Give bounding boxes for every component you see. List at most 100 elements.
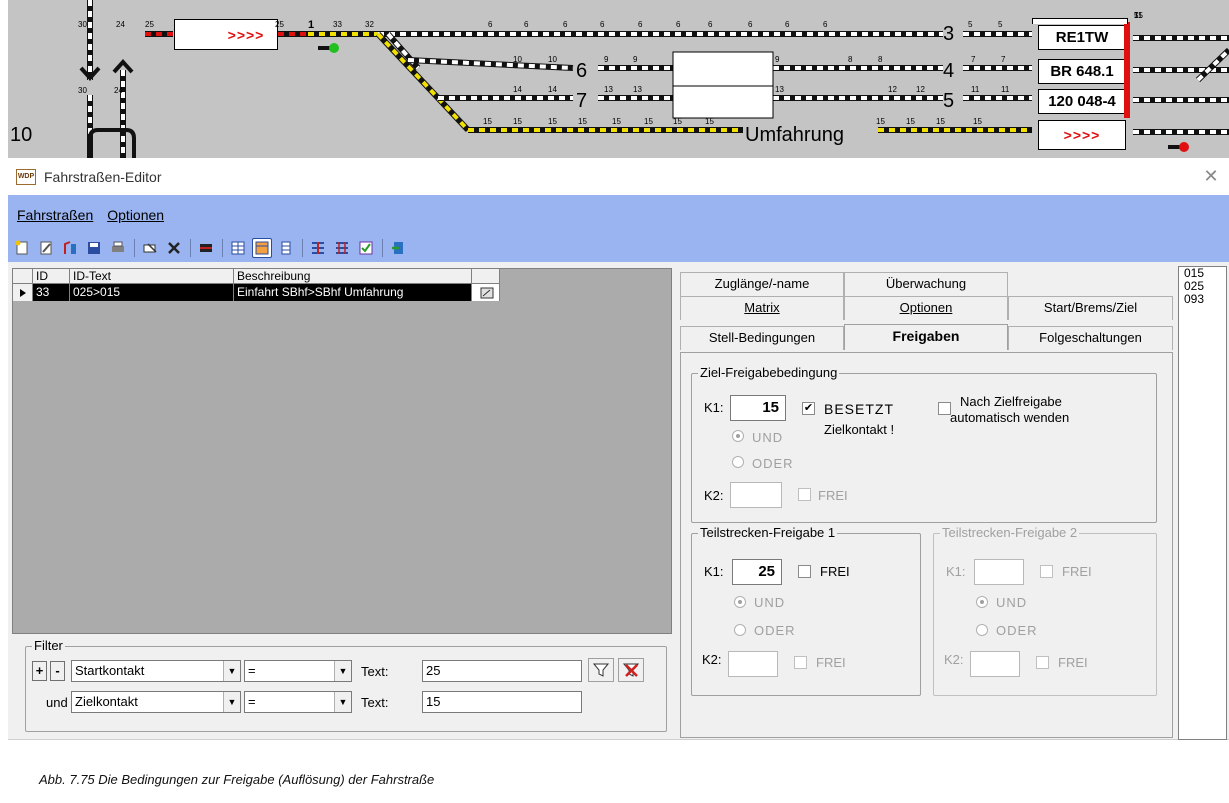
new-icon[interactable] [12,238,32,258]
filter-text-input-2[interactable]: 15 [422,691,582,713]
chevron-down-icon[interactable]: ▼ [223,661,240,681]
ziel-k2-input[interactable] [730,482,782,508]
grid-active-icon[interactable] [252,238,272,258]
tab-freigaben[interactable]: Freigaben [844,324,1008,350]
menu-optionen[interactable]: Optionen [107,207,164,223]
filter-op-select-2[interactable]: = ▼ [244,691,352,713]
frei-label: FREI [816,655,846,670]
route-list-icon[interactable] [332,238,352,258]
filter-clear-icon[interactable] [618,658,644,682]
filter-add-button[interactable]: + [32,661,47,681]
copy-icon[interactable] [60,238,80,258]
teil1-frei-checkbox[interactable] [798,565,811,578]
chevron-down-icon[interactable]: ▼ [223,692,240,712]
app-icon: WDP [16,168,36,185]
filter-label: Filter [32,638,65,653]
grid-header-id[interactable]: ID [33,269,70,284]
teil1-k1-input[interactable]: 25 [732,559,782,585]
oder-radio[interactable] [976,624,988,636]
oder-radio[interactable] [734,624,746,636]
filter-field-select-2[interactable]: Zielkontakt ▼ [71,691,241,713]
num: 25 [275,20,284,29]
edit-icon[interactable] [36,238,56,258]
save-icon[interactable] [84,238,104,258]
filter-text-input-1[interactable]: 25 [422,660,582,682]
frei-label: FREI [1058,655,1088,670]
grid-icon[interactable] [228,238,248,258]
ziel-k1-input[interactable]: 15 [730,395,786,421]
tab-folgeschaltungen[interactable]: Folgeschaltungen [1008,326,1173,350]
num: 24 [114,86,123,95]
properties-panel: Zuglänge/-name Überwachung Matrix Option… [676,266,1173,740]
block-icon[interactable] [196,238,216,258]
title-bar[interactable]: WDP Fahrstraßen-Editor ✕ [8,158,1229,195]
besetzt-checkbox[interactable]: ✔ [802,402,815,415]
und-label: UND [752,430,784,445]
combo-value: Zielkontakt [75,694,138,709]
und-radio[interactable] [734,596,746,608]
grid-header-beschreibung[interactable]: Beschreibung [234,269,472,284]
grid-header-id-text[interactable]: ID-Text [70,269,234,284]
column-icon[interactable] [276,238,296,258]
teil2-k1-input[interactable] [974,559,1024,585]
nach-ziel-label-1: Nach Zielfreigabe [960,394,1062,409]
oder-radio[interactable] [732,456,744,468]
toolbar-separator [190,239,191,257]
ziel-k2-frei-checkbox[interactable] [798,488,811,501]
filter-remove-button[interactable]: - [50,661,65,681]
nach-ziel-label-2: automatisch wenden [950,410,1070,425]
list-item[interactable]: 093 [1184,293,1226,306]
print-icon[interactable] [108,238,128,258]
menu-fahrstrassen[interactable]: Fahrstraßen [17,207,93,223]
toolbar-separator [222,239,223,257]
teilstrecken-2-group: Teilstrecken-Freigabe 2 K1: FREI UND ODE… [933,525,1157,696]
tab-matrix[interactable]: Matrix [680,296,844,320]
tab-zuglaenge[interactable]: Zuglänge/-name [680,272,844,296]
toolbar-separator [134,239,135,257]
teil1-k2-input[interactable] [728,651,778,677]
delete-icon[interactable] [164,238,184,258]
teil2-k2-frei-checkbox[interactable] [1036,656,1049,669]
row-edit-icon[interactable] [472,284,500,301]
teil1-k2-frei-checkbox[interactable] [794,656,807,669]
menu-bar: Fahrstraßen Optionen [8,195,1229,234]
combo-value: = [248,663,256,678]
grid-header-extra [472,269,500,284]
freigaben-panel: Ziel-Freigabebedingung K1: 15 ✔ BESETZT … [680,352,1173,738]
exit-icon[interactable] [388,238,408,258]
check-icon[interactable] [356,238,376,258]
tab-stell-bedingungen[interactable]: Stell-Bedingungen [680,326,844,350]
teil2-frei-checkbox[interactable] [1040,565,1053,578]
filter-group: Filter + - Startkontakt ▼ = ▼ Text: 25 u… [25,638,667,732]
toolbar-separator [302,239,303,257]
combo-value: Startkontakt [75,663,145,678]
frei-label: FREI [820,564,850,579]
contact-id-list[interactable]: 015 025 093 [1178,266,1227,740]
tab-ueberwachung[interactable]: Überwachung [844,272,1008,296]
teil2-group-label: Teilstrecken-Freigabe 2 [940,525,1080,540]
filter-field-select-1[interactable]: Startkontakt ▼ [71,660,241,682]
und-radio[interactable] [732,430,744,442]
filter-op-select-1[interactable]: = ▼ [244,660,352,682]
cell-id[interactable]: 33 [33,284,70,301]
frei-label: FREI [818,488,848,503]
combo-value: = [248,694,256,709]
filter-apply-icon[interactable] [588,658,614,682]
tab-start-brems-ziel[interactable]: Start/Brems/Ziel [1008,296,1173,320]
zielkontakt-label: Zielkontakt ! [824,422,895,437]
close-button[interactable]: ✕ [1201,166,1221,186]
cell-id-text[interactable]: 025>015 [70,284,234,301]
track-diagram: 6 6 6 6 6 6 6 6 6 6 5 5 10 10 9 9 9 8 8 7 7 14 14 13 13 13 12 12 11 1… [8,0,1229,158]
und-radio[interactable] [976,596,988,608]
oder-label: ODER [996,623,1038,638]
chevron-down-icon[interactable]: ▼ [334,661,351,681]
cell-beschreibung[interactable]: Einfahrt SBhf>SBhf Umfahrung [234,284,472,301]
tab-optionen[interactable]: Optionen [844,296,1008,320]
table-row[interactable]: 33 025>015 Einfahrt SBhf>SBhf Umfahrung [13,284,500,301]
teil2-k2-input[interactable] [970,651,1020,677]
route-icon[interactable] [308,238,328,258]
chevron-down-icon[interactable]: ▼ [334,692,351,712]
ziel-group-label: Ziel-Freigabebedingung [698,365,840,380]
k1-label: K1: [946,564,966,579]
rename-icon[interactable] [140,238,160,258]
